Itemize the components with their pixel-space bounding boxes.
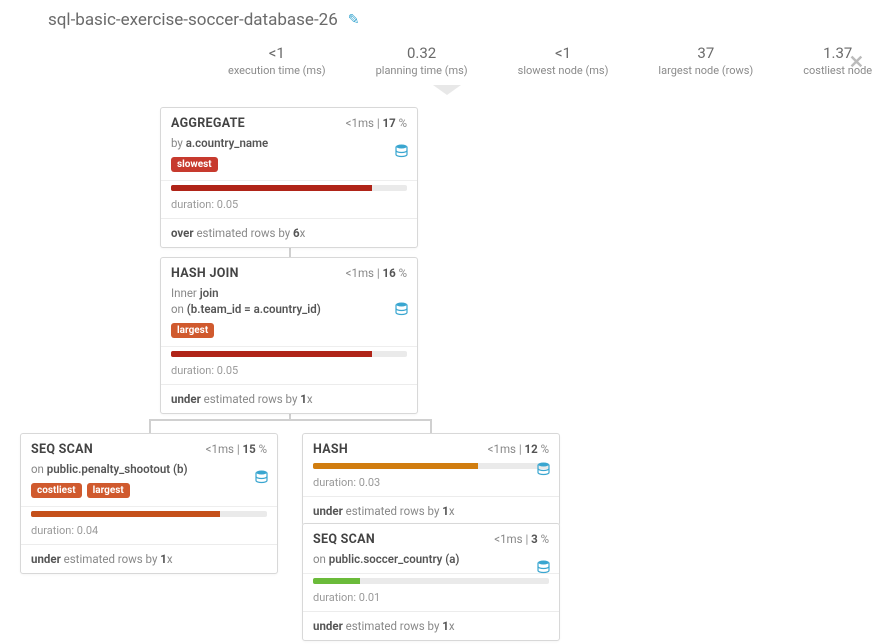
node-title: HASH JOIN: [171, 266, 239, 281]
pointer-down-icon: [433, 85, 461, 95]
badge-slowest: slowest: [171, 157, 218, 172]
node-title: SEQ SCAN: [31, 442, 93, 457]
summary-stats: <1 execution time (ms) 0.32 planning tim…: [0, 40, 894, 85]
stat-slowest-node: <1 slowest node (ms): [518, 44, 609, 77]
estimate-text: under estimated rows by 1x: [161, 384, 417, 413]
database-icon[interactable]: [395, 144, 408, 162]
duration-text: duration: 0.05: [161, 195, 417, 218]
edit-icon[interactable]: ✎: [348, 12, 360, 28]
badge-costliest: costliest: [31, 483, 82, 498]
badge-largest: largest: [171, 323, 214, 338]
database-icon[interactable]: [537, 462, 550, 480]
node-aggregate[interactable]: AGGREGATE <1ms | 17 % by a.country_name …: [160, 107, 418, 248]
plan-canvas: AGGREGATE <1ms | 17 % by a.country_name …: [0, 101, 894, 641]
connector: [149, 419, 151, 433]
node-seqscan-country[interactable]: SEQ SCAN <1ms | 3 % on public.soccer_cou…: [302, 523, 560, 641]
duration-text: duration: 0.04: [21, 521, 277, 544]
node-metrics: <1ms | 17 %: [346, 116, 407, 130]
duration-text: duration: 0.03: [303, 473, 559, 496]
node-hash-join[interactable]: HASH JOIN <1ms | 16 % Inner joinon (b.te…: [160, 257, 418, 414]
connector: [149, 419, 432, 421]
duration-bar: [171, 185, 372, 191]
node-metrics: <1ms | 16 %: [346, 266, 407, 280]
node-metrics: <1ms | 12 %: [488, 442, 549, 456]
duration-text: duration: 0.01: [303, 588, 559, 611]
node-subtitle: by a.country_name: [161, 135, 417, 157]
node-subtitle: Inner joinon (b.team_id = a.country_id): [161, 285, 417, 323]
stat-execution-time: <1 execution time (ms): [228, 44, 326, 77]
database-icon[interactable]: [255, 470, 268, 488]
estimate-text: under estimated rows by 1x: [303, 496, 559, 525]
node-subtitle: on public.penalty_shootout (b): [21, 461, 277, 483]
database-icon[interactable]: [537, 560, 550, 578]
node-subtitle: on public.soccer_country (a): [303, 551, 559, 573]
database-icon[interactable]: [395, 302, 408, 320]
stat-largest-node: 37 largest node (rows): [658, 44, 753, 77]
connector: [289, 247, 291, 257]
node-metrics: <1ms | 3 %: [494, 532, 549, 546]
close-icon[interactable]: ✕: [849, 52, 864, 73]
node-hash[interactable]: HASH <1ms | 12 % duration: 0.03 under es…: [302, 433, 560, 526]
badge-largest: largest: [87, 483, 130, 498]
node-metrics: <1ms | 15 %: [206, 442, 267, 456]
node-title: HASH: [313, 442, 348, 457]
node-title: SEQ SCAN: [313, 532, 375, 547]
duration-bar: [313, 578, 360, 584]
duration-bar: [31, 511, 220, 517]
node-title: AGGREGATE: [171, 116, 245, 131]
plan-title: sql-basic-exercise-soccer-database-26: [48, 10, 338, 30]
duration-text: duration: 0.05: [161, 361, 417, 384]
estimate-text: under estimated rows by 1x: [21, 544, 277, 573]
stat-planning-time: 0.32 planning time (ms): [376, 44, 468, 77]
duration-bar: [171, 351, 372, 357]
estimate-text: under estimated rows by 1x: [303, 611, 559, 640]
duration-bar: [313, 463, 478, 469]
node-seqscan-penalty[interactable]: SEQ SCAN <1ms | 15 % on public.penalty_s…: [20, 433, 278, 574]
page-header: sql-basic-exercise-soccer-database-26 ✎: [0, 0, 894, 40]
connector: [430, 419, 432, 433]
estimate-text: over estimated rows by 6x: [161, 218, 417, 247]
